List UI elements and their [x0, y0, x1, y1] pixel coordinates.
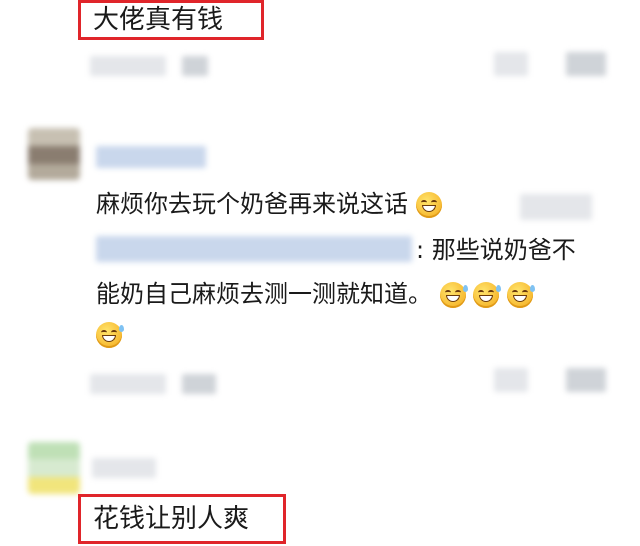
reply-line-3: 能奶自己麻烦去测一测就知道。 [96, 280, 535, 308]
reply-line-1: 麻烦你去玩个奶爸再来说这话 [96, 192, 442, 218]
blurred-meta [90, 374, 166, 394]
avatar[interactable] [28, 442, 80, 494]
blurred-meta [494, 368, 528, 392]
blurred-meta [566, 368, 606, 392]
blurred-meta [182, 374, 216, 394]
comment-text: 大佬真有钱 [93, 5, 224, 35]
blurred-mention [96, 236, 412, 262]
blurred-meta [90, 56, 166, 76]
highlighted-comment-top: 大佬真有钱 [78, 0, 264, 40]
reply-text: : 那些说奶爸不 [416, 236, 576, 264]
reply-line-4 [96, 322, 124, 348]
reply-text: 能奶自己麻烦去测一测就知道。 [96, 280, 432, 308]
blurred-meta [566, 52, 606, 76]
blurred-meta [494, 52, 528, 76]
blurred-mention [520, 194, 592, 220]
grinning-sweat-emoji-icon [473, 282, 502, 308]
reply-text: 麻烦你去玩个奶爸再来说这话 [96, 190, 408, 218]
blurred-username[interactable] [92, 458, 156, 478]
smile-emoji-icon [415, 192, 442, 218]
grinning-sweat-emoji-icon [96, 322, 124, 348]
grinning-sweat-emoji-icon [506, 282, 535, 308]
grinning-sweat-emoji-icon [439, 282, 468, 308]
blurred-username[interactable] [96, 146, 206, 168]
blurred-meta [182, 56, 208, 76]
reply-line-2: : 那些说奶爸不 [416, 238, 576, 262]
avatar[interactable] [28, 128, 80, 180]
highlighted-comment-bottom: 花钱让别人爽 [78, 494, 286, 544]
comment-text: 花钱让别人爽 [93, 504, 250, 534]
